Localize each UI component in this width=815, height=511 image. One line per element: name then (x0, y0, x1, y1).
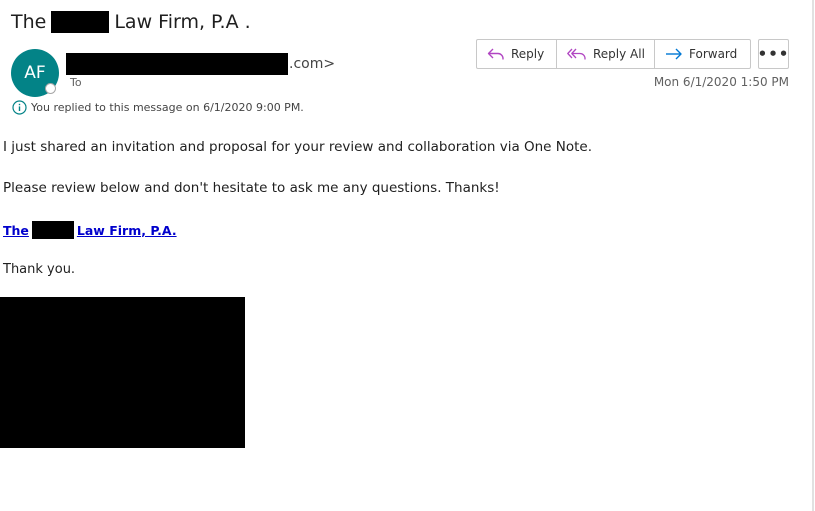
body-paragraph-2: Please review below and don't hesitate t… (3, 180, 500, 196)
firm-link[interactable]: The Law Firm, P.A. (3, 221, 177, 239)
email-subject: The Law Firm, P.A . (11, 9, 251, 35)
message-timestamp: Mon 6/1/2020 1:50 PM (653, 75, 789, 89)
firm-link-suffix: Law Firm, P.A. (76, 222, 177, 238)
reply-notice: You replied to this message on 6/1/2020 … (12, 100, 304, 115)
reply-all-label: Reply All (593, 47, 645, 61)
firm-link-prefix: The (3, 222, 29, 238)
body-paragraph-1: I just shared an invitation and proposal… (3, 139, 593, 155)
more-actions-button[interactable]: ••• (758, 39, 789, 69)
pane-border (812, 0, 814, 511)
sender-domain: .com> (289, 56, 336, 72)
forward-button[interactable]: Forward (655, 39, 751, 69)
message-actions: Reply Reply All Forward (476, 39, 751, 69)
sender-address[interactable]: .com> (66, 53, 335, 75)
subject-suffix: Law Firm, P.A . (114, 11, 251, 33)
info-circle-icon (12, 100, 27, 115)
closing-text: Thank you. (3, 262, 76, 277)
reply-all-button[interactable]: Reply All (557, 39, 655, 69)
reply-all-arrow-icon (567, 48, 586, 60)
presence-status-icon (45, 83, 56, 94)
redaction-box (66, 53, 288, 75)
redacted-image (0, 297, 245, 448)
reply-arrow-icon (487, 48, 504, 60)
to-label[interactable]: To (70, 76, 82, 89)
redaction-box (31, 221, 74, 239)
reply-button[interactable]: Reply (476, 39, 557, 69)
subject-prefix: The (11, 11, 47, 33)
forward-arrow-icon (666, 48, 682, 60)
reply-notice-text: You replied to this message on 6/1/2020 … (31, 101, 304, 114)
reply-label: Reply (511, 47, 545, 61)
forward-label: Forward (689, 47, 738, 61)
avatar-initials: AF (24, 63, 46, 83)
redaction-box (51, 11, 110, 33)
